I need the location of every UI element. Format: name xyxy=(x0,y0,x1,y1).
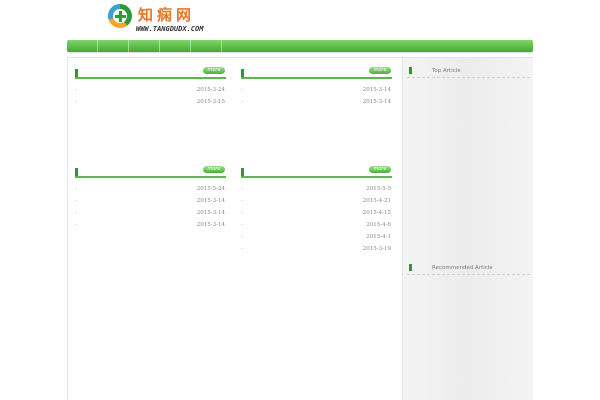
article-list: · 2015-5-24 · 2015-3-14 · 2015-3-14 · 20… xyxy=(75,183,226,231)
article-row: · 2015-4-6 xyxy=(241,219,392,231)
article-date: 2015-3-14 xyxy=(196,210,225,216)
article-row: · 2015-3-19 xyxy=(241,243,392,255)
logo-url: WWW.TANGDUDX.COM xyxy=(136,25,204,33)
section-marker xyxy=(409,67,412,74)
nav-item-3[interactable] xyxy=(129,40,160,52)
article-row: · 2015-4-1 xyxy=(241,231,392,243)
article-date: 2015-3-15 xyxy=(196,99,225,105)
article-row: · 2015-3-15 xyxy=(75,96,226,108)
bullet-icon: · xyxy=(75,99,77,106)
bullet-icon: · xyxy=(75,186,77,193)
sidebar: Top Article Recommended Article xyxy=(402,58,533,400)
article-list: · 2015-3-24 · 2015-3-15 xyxy=(75,84,226,108)
bullet-icon: · xyxy=(75,222,77,229)
content-container: more · 2015-3-24 · 2015-3-15 more · 2015… xyxy=(67,57,533,400)
article-list: · 2015-3-14 · 2015-3-14 xyxy=(241,84,392,108)
bullet-icon: · xyxy=(241,246,243,253)
category-marker xyxy=(75,69,78,77)
nav-item-4[interactable] xyxy=(160,40,191,52)
article-row: · 2015-3-14 xyxy=(75,195,226,207)
article-date: 2015-3-19 xyxy=(362,246,391,252)
article-row: · 2015-4-15 xyxy=(241,207,392,219)
category-box-1: more · 2015-3-24 · 2015-3-15 xyxy=(75,67,226,108)
recommended-article-header: Recommended Article xyxy=(407,262,530,275)
article-row: · 2015-3-14 xyxy=(241,84,392,96)
more-button[interactable]: more xyxy=(203,67,225,74)
top-article-title: Top Article xyxy=(432,68,461,74)
recommended-article-title: Recommended Article xyxy=(432,265,493,271)
category-marker xyxy=(75,168,78,176)
main-nav-bar xyxy=(67,40,533,52)
article-date: 2015-5-5 xyxy=(366,186,391,192)
article-date: 2015-4-6 xyxy=(366,222,391,228)
more-button[interactable]: more xyxy=(369,166,391,173)
category-marker xyxy=(241,69,244,77)
article-date: 2015-5-24 xyxy=(196,186,225,192)
top-article-header: Top Article xyxy=(407,65,530,78)
article-date: 2015-3-14 xyxy=(362,87,391,93)
category-box-3: more · 2015-5-24 · 2015-3-14 · 2015-3-14… xyxy=(75,166,226,231)
category-header: more xyxy=(75,166,226,178)
bullet-icon: · xyxy=(241,87,243,94)
article-row: · 2015-4-21 xyxy=(241,195,392,207)
article-row: · 2015-5-5 xyxy=(241,183,392,195)
nav-item-5[interactable] xyxy=(191,40,222,52)
bullet-icon: · xyxy=(75,210,77,217)
bullet-icon: · xyxy=(241,222,243,229)
article-date: 2015-3-14 xyxy=(196,222,225,228)
bullet-icon: · xyxy=(241,234,243,241)
category-header: more xyxy=(241,67,392,79)
bullet-icon: · xyxy=(241,198,243,205)
logo-title: 知痫网 xyxy=(138,6,196,24)
logo-medical-cross-icon xyxy=(108,4,132,28)
category-box-4: more · 2015-5-5 · 2015-4-21 · 2015-4-15 … xyxy=(241,166,392,255)
category-header: more xyxy=(75,67,226,79)
article-row: · 2015-5-24 xyxy=(75,183,226,195)
recommended-article-panel: Recommended Article xyxy=(407,262,530,275)
top-article-panel: Top Article xyxy=(407,65,530,78)
article-date: 2015-3-14 xyxy=(362,99,391,105)
bullet-icon: · xyxy=(75,87,77,94)
article-row: · 2015-3-24 xyxy=(75,84,226,96)
bullet-icon: · xyxy=(241,210,243,217)
site-logo[interactable]: 知痫网 WWW.TANGDUDX.COM xyxy=(108,4,228,36)
article-row: · 2015-3-14 xyxy=(241,96,392,108)
bullet-icon: · xyxy=(75,198,77,205)
article-list: · 2015-5-5 · 2015-4-21 · 2015-4-15 · 201… xyxy=(241,183,392,255)
nav-item-1[interactable] xyxy=(67,40,98,52)
section-marker xyxy=(409,264,412,271)
article-date: 2015-4-21 xyxy=(362,198,391,204)
page: 知痫网 WWW.TANGDUDX.COM more · 2015-3-24 · … xyxy=(0,0,600,400)
nav-item-2[interactable] xyxy=(98,40,129,52)
category-marker xyxy=(241,168,244,176)
article-row: · 2015-3-14 xyxy=(75,219,226,231)
category-header: more xyxy=(241,166,392,178)
category-box-2: more · 2015-3-14 · 2015-3-14 xyxy=(241,67,392,108)
more-button[interactable]: more xyxy=(369,67,391,74)
article-date: 2015-3-24 xyxy=(196,87,225,93)
article-date: 2015-3-14 xyxy=(196,198,225,204)
more-button[interactable]: more xyxy=(203,166,225,173)
article-date: 2015-4-15 xyxy=(362,210,391,216)
bullet-icon: · xyxy=(241,99,243,106)
category-area: more · 2015-3-24 · 2015-3-15 more · 2015… xyxy=(68,58,401,400)
article-date: 2015-4-1 xyxy=(366,234,391,240)
bullet-icon: · xyxy=(241,186,243,193)
article-row: · 2015-3-14 xyxy=(75,207,226,219)
